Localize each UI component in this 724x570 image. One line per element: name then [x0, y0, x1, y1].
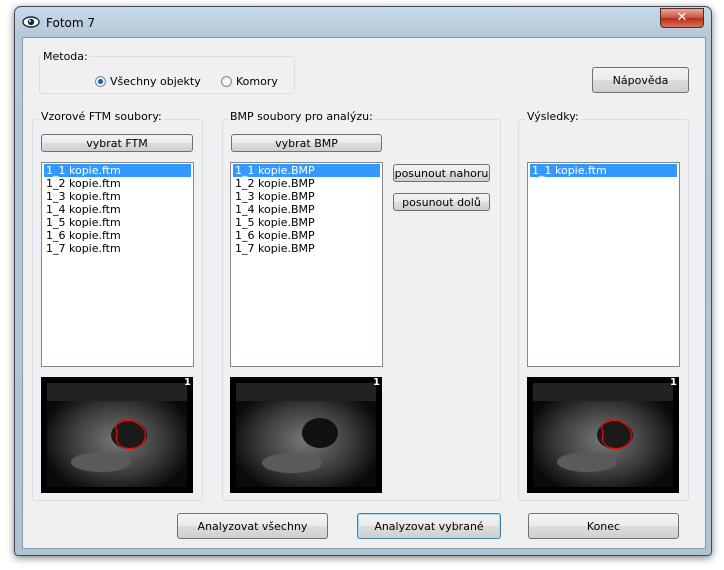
bmp-label: BMP soubory pro analýzu:: [228, 110, 375, 123]
list-item[interactable]: 1_3 kopie.ftm: [44, 190, 191, 203]
list-item[interactable]: 1_4 kopie.ftm: [44, 203, 191, 216]
radio-indicator[interactable]: [221, 76, 232, 87]
analyze-all-button[interactable]: Analyzovat všechny: [177, 513, 328, 539]
ftm-listbox[interactable]: 1_1 kopie.ftm 1_2 kopie.ftm 1_3 kopie.ftm 1…: [41, 162, 194, 367]
move-down-button[interactable]: posunout dolů: [393, 193, 490, 211]
results-preview-image: 1: [527, 377, 679, 493]
radio-label: Všechny objekty: [110, 75, 201, 88]
ftm-label: Vzorové FTM soubory:: [39, 110, 164, 123]
list-item[interactable]: 1_1 kopie.ftm: [530, 164, 677, 177]
preview-badge: 1: [184, 377, 191, 388]
list-item[interactable]: 1_1 kopie.BMP: [233, 164, 380, 177]
preview-badge: 1: [373, 377, 380, 388]
radio-komory[interactable]: Komory: [221, 75, 278, 88]
radio-label: Komory: [236, 75, 278, 88]
list-item[interactable]: 1_5 kopie.BMP: [233, 216, 380, 229]
ultrasound-image: [230, 377, 382, 493]
end-button[interactable]: Konec: [528, 513, 679, 539]
move-up-button[interactable]: posunout nahoru: [393, 164, 490, 182]
list-item[interactable]: 1_7 kopie.ftm: [44, 242, 191, 255]
preview-badge: 1: [670, 377, 677, 388]
title-bar[interactable]: Fotom 7 ✕: [15, 7, 711, 37]
window-title: Fotom 7: [46, 16, 96, 30]
analyze-selected-button[interactable]: Analyzovat vybrané: [357, 513, 501, 539]
select-ftm-button[interactable]: vybrat FTM: [41, 134, 193, 152]
eye-icon: [22, 16, 40, 28]
close-button[interactable]: ✕: [660, 8, 704, 28]
client-area: Metoda: Všechny objekty Komory Nápověda …: [22, 37, 706, 549]
ftm-preview-image: 1: [41, 377, 193, 493]
bmp-preview-image: 1: [230, 377, 382, 493]
list-item[interactable]: 1_6 kopie.ftm: [44, 229, 191, 242]
list-item[interactable]: 1_6 kopie.BMP: [233, 229, 380, 242]
metoda-label: Metoda:: [41, 50, 90, 63]
select-bmp-button[interactable]: vybrat BMP: [231, 134, 382, 152]
list-item[interactable]: 1_2 kopie.BMP: [233, 177, 380, 190]
help-button[interactable]: Nápověda: [592, 67, 689, 93]
list-item[interactable]: 1_1 kopie.ftm: [44, 164, 191, 177]
list-item[interactable]: 1_5 kopie.ftm: [44, 216, 191, 229]
list-item[interactable]: 1_3 kopie.BMP: [233, 190, 380, 203]
ultrasound-image: [527, 377, 679, 493]
radio-vsechny-objekty[interactable]: Všechny objekty: [95, 75, 201, 88]
main-window: Fotom 7 ✕ Metoda: Všechny objekty Komory…: [14, 6, 712, 556]
list-item[interactable]: 1_4 kopie.BMP: [233, 203, 380, 216]
list-item[interactable]: 1_2 kopie.ftm: [44, 177, 191, 190]
ultrasound-image: [41, 377, 193, 493]
results-listbox[interactable]: 1_1 kopie.ftm: [527, 162, 680, 367]
list-item[interactable]: 1_7 kopie.BMP: [233, 242, 380, 255]
radio-indicator[interactable]: [95, 76, 106, 87]
results-label: Výsledky:: [525, 110, 581, 123]
bmp-listbox[interactable]: 1_1 kopie.BMP 1_2 kopie.BMP 1_3 kopie.BMP 1…: [230, 162, 383, 367]
